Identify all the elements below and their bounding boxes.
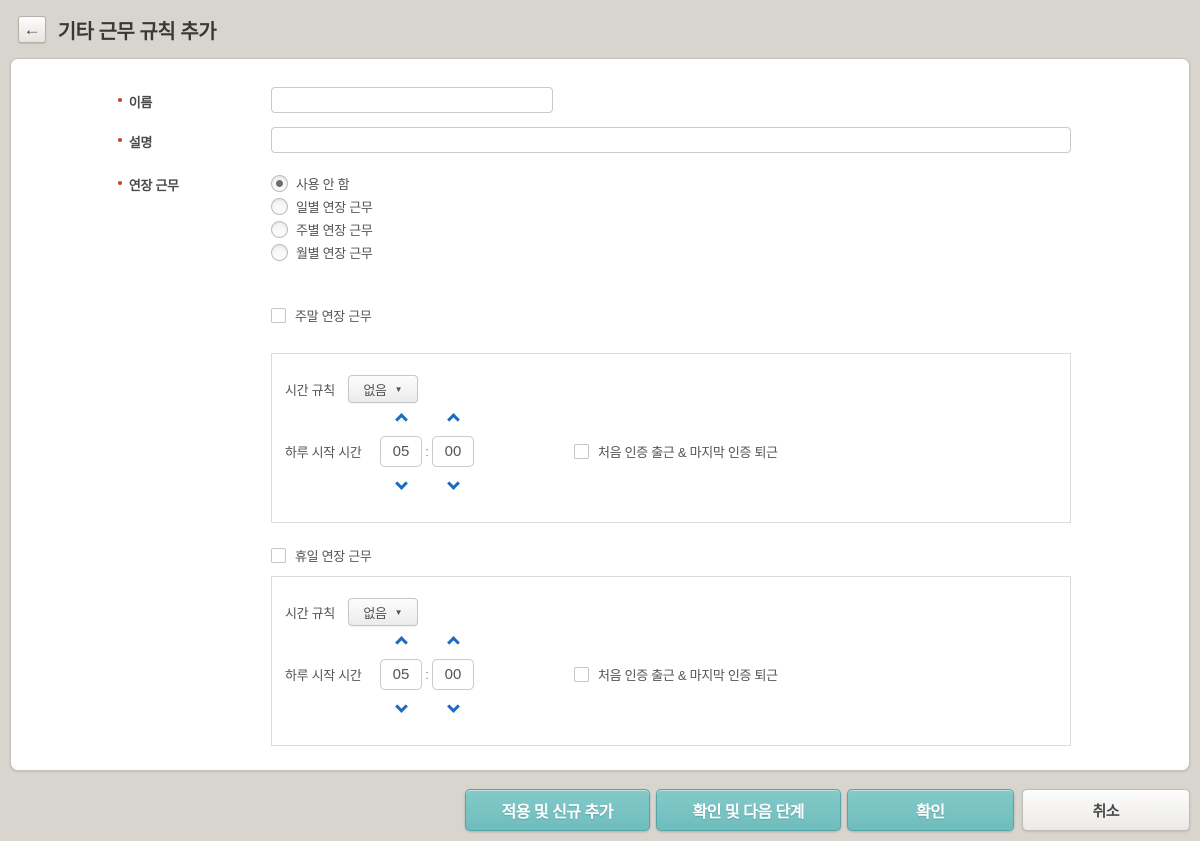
holiday-auth-checkbox[interactable] (574, 667, 589, 682)
description-input[interactable] (271, 127, 1071, 153)
holiday-overtime-checkbox-row[interactable]: 휴일 연장 근무 (271, 546, 1189, 565)
holiday-overtime-checkbox[interactable] (271, 548, 286, 563)
radio-icon (271, 175, 288, 192)
radio-overtime-disabled[interactable]: 사용 안 함 (271, 172, 1189, 195)
form-panel: 이름 설명 연장 근무 사용 안 함 일별 연장 근무 주별 연장 근무 월별 … (10, 58, 1190, 771)
caret-down-icon: ▼ (394, 607, 403, 617)
description-label: 설명 (11, 127, 271, 153)
description-row: 설명 (11, 127, 1189, 153)
minute-down-icon[interactable] (446, 477, 460, 490)
hour-down-icon[interactable] (394, 700, 408, 713)
holiday-auth-checkbox-row[interactable]: 처음 인증 출근 & 마지막 인증 퇴근 (574, 665, 778, 684)
back-button[interactable]: ← (18, 16, 46, 43)
radio-overtime-weekly[interactable]: 주별 연장 근무 (271, 218, 1189, 241)
page-header: ← 기타 근무 규칙 추가 (0, 0, 1200, 48)
radio-overtime-monthly[interactable]: 월별 연장 근무 (271, 241, 1189, 264)
weekend-time-rule-dropdown[interactable]: 없음 ▼ (347, 375, 418, 403)
holiday-hour-input[interactable] (380, 659, 422, 690)
page-title: 기타 근무 규칙 추가 (58, 21, 217, 43)
time-separator: : (425, 444, 429, 459)
required-dot-icon (118, 181, 122, 185)
radio-icon (271, 198, 288, 215)
time-rule-label: 시간 규칙 (285, 382, 335, 398)
hour-up-icon[interactable] (394, 636, 408, 649)
overtime-radio-group: 사용 안 함 일별 연장 근무 주별 연장 근무 월별 연장 근무 (271, 170, 1189, 264)
radio-overtime-daily[interactable]: 일별 연장 근무 (271, 195, 1189, 218)
time-separator: : (425, 667, 429, 682)
holiday-time-rule-row: 시간 규칙 없음 ▼ (285, 598, 1070, 626)
apply-and-add-new-button[interactable]: 적용 및 신규 추가 (465, 789, 650, 831)
weekend-overtime-groupbox: 시간 규칙 없음 ▼ 하루 시작 시간 : 처음 인증 출근 & 마지막 인증 … (271, 353, 1071, 523)
weekend-day-start-row: 하루 시작 시간 : 처음 인증 출근 & 마지막 인증 퇴근 (285, 413, 1070, 490)
minute-down-icon[interactable] (446, 700, 460, 713)
weekend-time-rule-row: 시간 규칙 없음 ▼ (285, 375, 1070, 403)
caret-down-icon: ▼ (394, 384, 403, 394)
holiday-time-rule-dropdown[interactable]: 없음 ▼ (347, 598, 418, 626)
hour-up-icon[interactable] (394, 413, 408, 426)
ok-and-next-step-button[interactable]: 확인 및 다음 단계 (656, 789, 841, 831)
holiday-day-start-row: 하루 시작 시간 : 처음 인증 출근 & 마지막 인증 퇴근 (285, 636, 1070, 713)
radio-icon (271, 244, 288, 261)
hour-down-icon[interactable] (394, 477, 408, 490)
footer-button-bar: 적용 및 신규 추가 확인 및 다음 단계 확인 취소 (0, 789, 1200, 831)
radio-icon (271, 221, 288, 238)
required-dot-icon (118, 138, 122, 142)
weekend-auth-checkbox[interactable] (574, 444, 589, 459)
weekend-overtime-checkbox-label: 주말 연장 근무 (295, 309, 372, 324)
ok-button[interactable]: 확인 (847, 789, 1014, 831)
weekend-minute-input[interactable] (432, 436, 474, 467)
overtime-row: 연장 근무 사용 안 함 일별 연장 근무 주별 연장 근무 월별 연장 근무 (11, 170, 1189, 264)
time-rule-label: 시간 규칙 (285, 605, 335, 621)
name-label: 이름 (11, 87, 271, 113)
overtime-label: 연장 근무 (11, 170, 271, 264)
holiday-overtime-checkbox-label: 휴일 연장 근무 (295, 549, 372, 564)
minute-up-icon[interactable] (446, 636, 460, 649)
cancel-button[interactable]: 취소 (1022, 789, 1190, 831)
minute-up-icon[interactable] (446, 413, 460, 426)
holiday-overtime-groupbox: 시간 규칙 없음 ▼ 하루 시작 시간 : 처음 인증 출근 & 마지막 인증 … (271, 576, 1071, 746)
required-dot-icon (118, 98, 122, 102)
weekend-overtime-checkbox-row[interactable]: 주말 연장 근무 (271, 306, 1189, 325)
weekend-overtime-checkbox[interactable] (271, 308, 286, 323)
name-input[interactable] (271, 87, 553, 113)
back-arrow-icon: ← (23, 19, 41, 39)
holiday-auth-checkbox-label: 처음 인증 출근 & 마지막 인증 퇴근 (598, 668, 778, 683)
day-start-label: 하루 시작 시간 (285, 668, 362, 683)
weekend-auth-checkbox-row[interactable]: 처음 인증 출근 & 마지막 인증 퇴근 (574, 442, 778, 461)
weekend-hour-input[interactable] (380, 436, 422, 467)
weekend-auth-checkbox-label: 처음 인증 출근 & 마지막 인증 퇴근 (598, 445, 778, 460)
day-start-label: 하루 시작 시간 (285, 445, 362, 460)
holiday-minute-input[interactable] (432, 659, 474, 690)
name-row: 이름 (11, 87, 1189, 113)
